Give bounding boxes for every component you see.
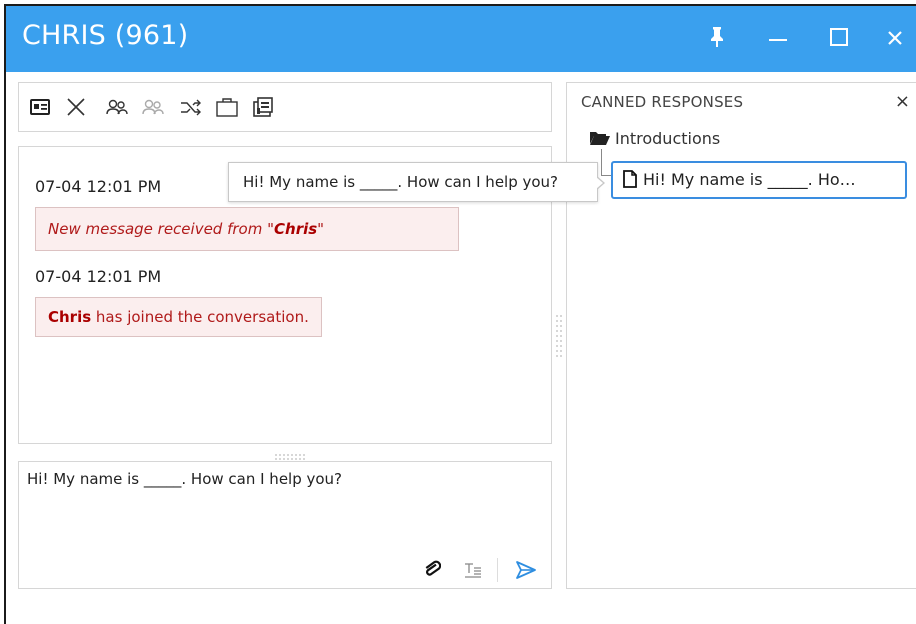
pin-icon[interactable]: [700, 18, 734, 58]
contact-card-icon[interactable]: [29, 96, 55, 122]
message-timestamp: 07-04 12:01 PM: [35, 177, 162, 196]
attach-icon[interactable]: [423, 560, 442, 584]
system-message-prefix: New message received from ": [48, 220, 275, 238]
compose-divider: [497, 558, 498, 582]
canned-responses-panel: CANNED RESPONSES × Introductions Hi! My …: [566, 82, 916, 589]
tooltip-arrow: [596, 177, 603, 189]
system-message-suffix: ": [317, 220, 325, 238]
system-message: New message received from "Chris": [35, 207, 459, 251]
transcript-icon[interactable]: [251, 96, 277, 122]
canned-response-tooltip: Hi! My name is _____. How can I help you…: [228, 162, 598, 202]
message-input[interactable]: Hi! My name is _____. How can I help you…: [19, 462, 551, 552]
transfer-icon[interactable]: [179, 96, 205, 122]
send-icon[interactable]: [515, 560, 537, 584]
maximize-icon[interactable]: [822, 18, 856, 58]
title-bar[interactable]: CHRIS (961): [6, 6, 916, 72]
vertical-splitter[interactable]: [555, 314, 563, 364]
remove-participant-icon[interactable]: [141, 96, 167, 122]
close-conversation-icon[interactable]: [65, 96, 91, 122]
canned-response-label: Hi! My name is _____. Ho…: [643, 170, 856, 189]
format-text-icon[interactable]: [463, 560, 483, 584]
folder-introductions[interactable]: Introductions: [589, 129, 720, 148]
compose-area: Hi! My name is _____. How can I help you…: [18, 461, 552, 589]
briefcase-icon[interactable]: [215, 96, 241, 122]
minimize-icon[interactable]: [761, 18, 795, 58]
add-participant-icon[interactable]: [105, 96, 131, 122]
folder-open-icon: [590, 132, 610, 145]
message-timestamp: 07-04 12:01 PM: [35, 267, 162, 286]
window-title: CHRIS (961): [22, 20, 189, 51]
document-icon: [623, 170, 637, 188]
chat-window: CHRIS (961) 07-04 12:01 PM New message r…: [4, 4, 916, 624]
conversation-toolbar: [18, 82, 552, 132]
sender-name: Chris: [48, 308, 92, 326]
close-icon[interactable]: [878, 18, 912, 58]
join-message-text: has joined the conversation.: [91, 308, 309, 326]
sender-name: Chris: [274, 220, 318, 238]
join-message: Chris has joined the conversation.: [35, 297, 322, 337]
folder-label: Introductions: [615, 129, 721, 148]
tree-connector: [601, 149, 602, 175]
canned-responses-title: CANNED RESPONSES: [581, 93, 744, 111]
canned-response-item[interactable]: Hi! My name is _____. Ho…: [611, 161, 907, 199]
canned-close-icon[interactable]: ×: [895, 91, 910, 112]
